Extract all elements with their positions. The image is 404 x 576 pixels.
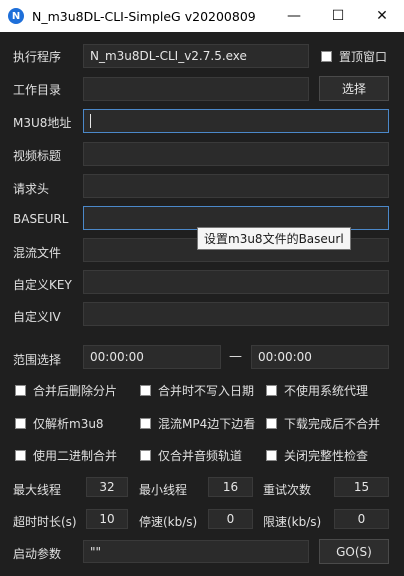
executable-field[interactable]: N_m3u8DL-CLI_v2.7.5.exe [83,44,309,68]
executable-value: N_m3u8DL-CLI_v2.7.5.exe [90,49,247,63]
option-label: 合并时不写入日期 [158,384,255,398]
range-start-input[interactable]: 00:00:00 [83,345,221,369]
workdir-field[interactable] [83,77,309,101]
headers-input[interactable] [83,174,389,198]
limit-speed-label: 限速(kb/s) [263,515,322,529]
minimize-icon: — [287,8,301,24]
on-top-label: 置顶窗口 [339,50,388,64]
launch-args-input[interactable]: "" [83,540,309,563]
option-audio-only[interactable]: 仅合并音频轨道 [140,447,242,464]
max-threads-label: 最大线程 [13,483,62,497]
max-threads-input[interactable]: 32 [86,477,128,497]
launch-args-value: "" [90,544,102,559]
go-button[interactable]: GO(S) [319,539,389,564]
checkbox-box[interactable] [140,418,151,429]
close-icon: ✕ [376,8,388,24]
range-label: 范围选择 [13,353,62,367]
workdir-label: 工作目录 [13,83,62,97]
headers-label: 请求头 [13,182,50,196]
option-label: 仅解析m3u8 [33,417,104,431]
retry-input[interactable]: 15 [334,477,389,497]
option-delete-after-merge[interactable]: 合并后删除分片 [15,382,117,399]
maximize-icon: ☐ [331,8,345,24]
checkbox-box[interactable] [15,450,26,461]
checkbox-box[interactable] [15,385,26,396]
choose-dir-label: 选择 [341,82,366,96]
option-label: 使用二进制合并 [33,449,118,463]
stop-speed-value: 0 [226,512,235,526]
launch-args-label: 启动参数 [13,547,62,561]
timeout-value: 10 [99,512,115,526]
m3u8-url-input[interactable] [83,109,389,133]
option-binary-merge[interactable]: 使用二进制合并 [15,447,117,464]
option-no-system-proxy[interactable]: 不使用系统代理 [266,382,368,399]
retry-label: 重试次数 [263,483,312,497]
range-start-value: 00:00:00 [90,350,144,364]
title-bar: N N_m3u8DL-CLI-SimpleG v20200809 — ☐ ✕ [0,0,404,32]
option-disable-integrity-check[interactable]: 关闭完整性检查 [266,447,368,464]
option-label: 混流MP4边下边看 [158,417,256,431]
checkbox-box[interactable] [266,450,277,461]
custom-iv-input[interactable] [83,302,389,326]
choose-dir-button[interactable]: 选择 [319,76,389,101]
stop-speed-input[interactable]: 0 [208,509,253,529]
option-mux-mp4-live[interactable]: 混流MP4边下边看 [140,415,255,432]
limit-speed-input[interactable]: 0 [334,509,389,529]
custom-key-label: 自定义KEY [13,278,72,292]
option-no-merge[interactable]: 下载完成后不合并 [266,415,380,432]
baseurl-label: BASEURL [13,212,69,226]
video-title-label: 视频标题 [13,149,62,163]
checkbox-box[interactable] [140,450,151,461]
option-no-date-on-merge[interactable]: 合并时不写入日期 [140,382,254,399]
checkbox-box[interactable] [266,385,277,396]
max-threads-value: 32 [99,480,115,494]
executable-label: 执行程序 [13,50,62,64]
min-threads-label: 最小线程 [139,483,188,497]
checkbox-box[interactable] [266,418,277,429]
stop-speed-label: 停速(kb/s) [139,515,198,529]
timeout-input[interactable]: 10 [86,509,128,529]
min-threads-input[interactable]: 16 [208,477,253,497]
custom-key-input[interactable] [83,270,389,294]
checkbox-box[interactable] [15,418,26,429]
range-end-input[interactable]: 00:00:00 [251,345,389,369]
custom-iv-label: 自定义IV [13,310,61,324]
checkbox-box[interactable] [140,385,151,396]
on-top-checkbox-box[interactable] [321,51,332,62]
range-separator: — [229,349,242,364]
text-caret [90,114,91,128]
option-label: 关闭完整性检查 [284,449,369,463]
option-label: 下载完成后不合并 [284,417,381,431]
min-threads-value: 16 [222,480,239,494]
window-title: N_m3u8DL-CLI-SimpleG v20200809 [32,8,256,24]
on-top-checkbox[interactable]: 置顶窗口 [321,48,387,65]
option-parse-only[interactable]: 仅解析m3u8 [15,415,104,432]
maximize-button[interactable]: ☐ [316,0,360,32]
baseurl-tooltip: 设置m3u8文件的Baseurl [197,227,351,250]
option-label: 仅合并音频轨道 [158,449,243,463]
m3u8-url-label: M3U8地址 [13,116,72,130]
video-title-input[interactable] [83,142,389,166]
option-label: 合并后删除分片 [33,384,118,398]
timeout-label: 超时时长(s) [13,515,77,529]
mux-file-label: 混流文件 [13,246,62,260]
option-label: 不使用系统代理 [284,384,369,398]
limit-speed-value: 0 [357,512,366,526]
minimize-button[interactable]: — [272,0,316,32]
retry-value: 15 [353,480,370,494]
app-logo-icon: N [8,8,24,24]
range-end-value: 00:00:00 [258,350,312,364]
close-button[interactable]: ✕ [360,0,404,32]
go-button-label: GO(S) [336,544,372,559]
